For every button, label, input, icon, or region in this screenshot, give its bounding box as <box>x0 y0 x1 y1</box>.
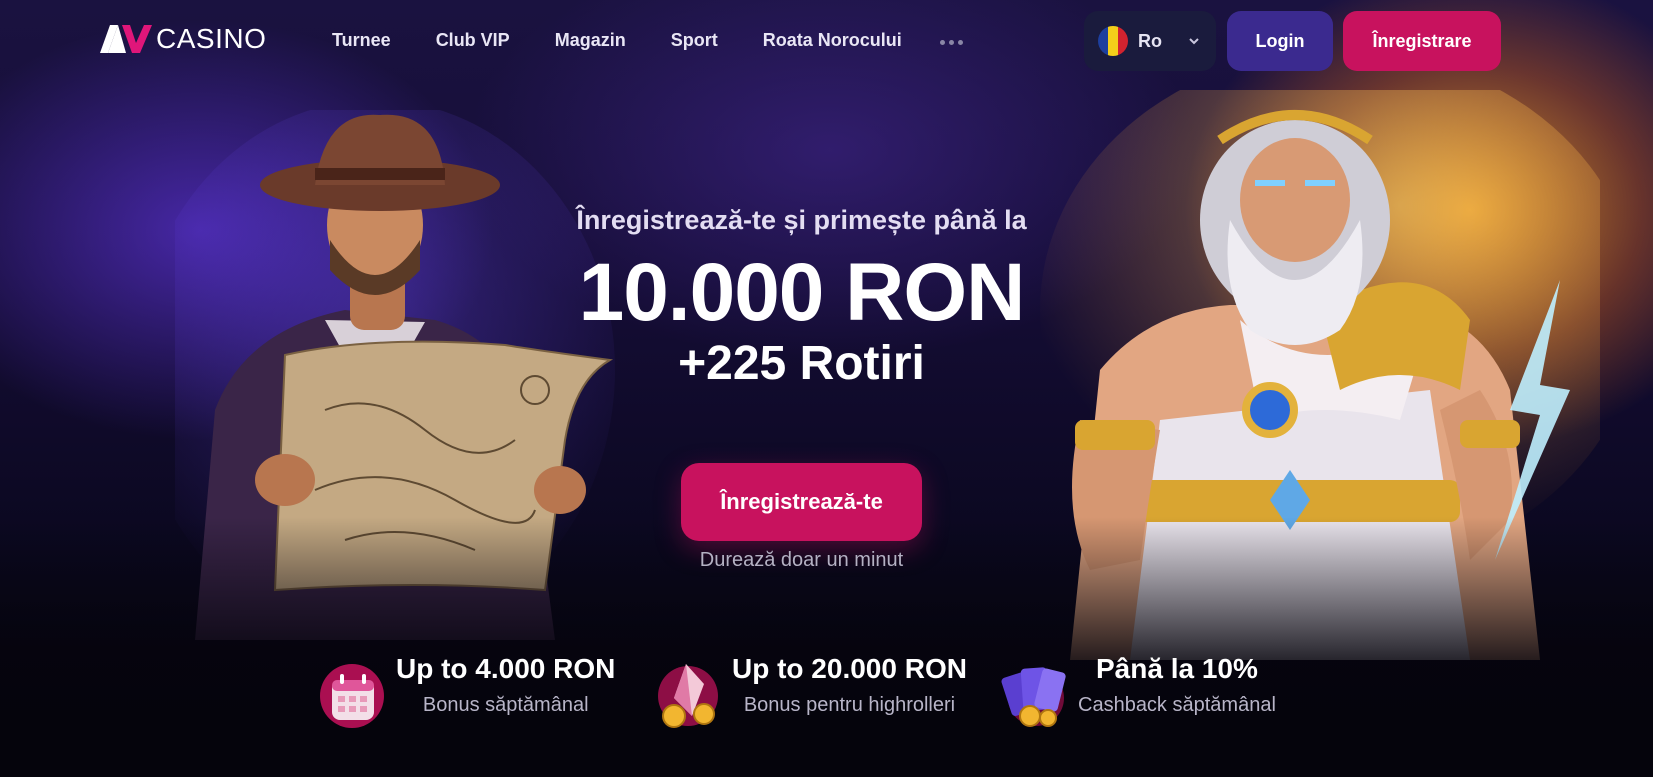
logo-text: CASINO <box>156 23 267 54</box>
more-dots-icon[interactable] <box>940 40 963 45</box>
feature-title: Up to 4.000 RON <box>396 653 616 684</box>
casino-logo[interactable]: CASINO <box>100 23 267 54</box>
main-nav: Turnee Club VIP Magazin Sport Roata Noro… <box>332 28 947 52</box>
feature-subtitle: Bonus pentru highrolleri <box>743 694 956 716</box>
nav-item-turnee[interactable]: Turnee <box>332 28 391 52</box>
gem-coins-icon <box>658 664 718 728</box>
language-label: Ro <box>1138 30 1162 51</box>
register-button[interactable]: Înregistrare <box>1343 11 1501 71</box>
login-button[interactable]: Login <box>1227 11 1333 71</box>
nav-item-magazin[interactable]: Magazin <box>555 28 626 52</box>
hero-section: Înregistrează-te și primește până la 10.… <box>0 205 1603 392</box>
feature-title: Până la 10% <box>1096 653 1258 684</box>
site-header: CASINO Turnee Club VIP Magazin Sport Roa… <box>0 0 1653 82</box>
feature-subtitle: Bonus săptămânal <box>422 694 589 716</box>
feature-weekly-bonus: Up to 4.000 RON Bonus săptămânal <box>318 652 615 732</box>
cards-cashback-icon <box>1001 667 1066 727</box>
hero-amount: 10.000 RON <box>578 247 1026 338</box>
feature-title: Up to 20.000 RON <box>732 653 967 684</box>
feature-subtitle: Cashback săptămânal <box>1078 694 1276 716</box>
nav-item-sport[interactable]: Sport <box>671 28 718 52</box>
feature-text: Up to 4.000 RON Bonus săptămânal <box>396 652 615 717</box>
nav-item-club-vip[interactable]: Club VIP <box>436 28 510 52</box>
hero-register-button[interactable]: Înregistrează-te <box>681 463 922 541</box>
language-selector[interactable]: Ro <box>1084 11 1216 71</box>
feature-cashback: Până la 10% Cashback săptămânal <box>1000 652 1276 732</box>
romania-flag-icon <box>1098 26 1128 56</box>
feature-text: Up to 20.000 RON Bonus pentru highroller… <box>732 652 967 717</box>
chevron-down-icon <box>1189 38 1199 45</box>
feature-text: Până la 10% Cashback săptămânal <box>1078 652 1276 717</box>
calendar-icon <box>320 664 384 728</box>
feature-highroller-bonus: Up to 20.000 RON Bonus pentru highroller… <box>654 652 967 732</box>
hero-subtitle: Înregistrează-te și primește până la <box>576 205 1027 235</box>
logo-mark-icon <box>100 25 152 53</box>
nav-item-roata-norocului[interactable]: Roata Norocului <box>763 28 902 52</box>
cta-note: Durează doar un minut <box>699 549 904 571</box>
hero-spins: +225 Rotiri <box>678 337 925 390</box>
